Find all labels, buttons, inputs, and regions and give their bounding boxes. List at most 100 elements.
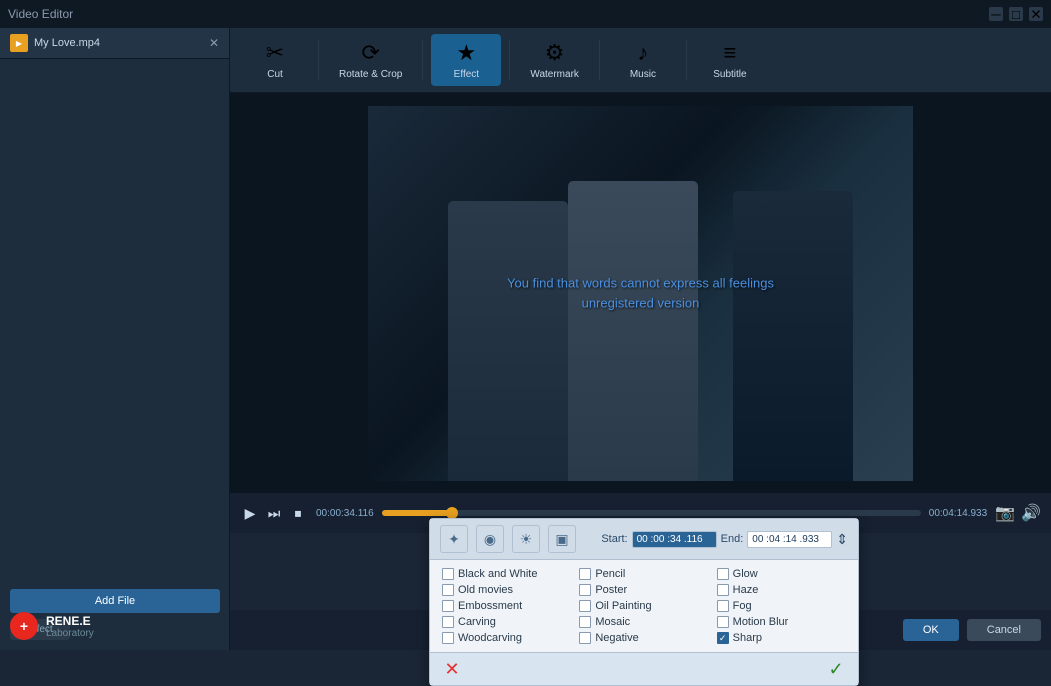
mosaic-checkbox[interactable] [579,616,591,628]
end-label: End: [721,533,744,545]
effect-row-negative: Negative [579,632,708,644]
effects-ok-button[interactable]: ✓ [824,657,848,681]
video-subtitle: You find that words cannot express all f… [507,274,774,313]
fog-label[interactable]: Fog [733,600,752,612]
stop-button[interactable]: ⏹ [288,503,308,523]
current-time-display: 00:00:34.116 [316,508,374,519]
toolbar-item-cut[interactable]: ✂ Cut [240,34,310,86]
mosaic-label[interactable]: Mosaic [595,616,630,628]
effect-row-embossment: Embossment [442,600,571,612]
effect-row-mosaic: Mosaic [579,616,708,628]
negative-label[interactable]: Negative [595,632,638,644]
woodcarving-label[interactable]: Woodcarving [458,632,522,644]
old-movies-checkbox[interactable] [442,584,454,596]
poster-label[interactable]: Poster [595,584,627,596]
toolbar-item-music[interactable]: ♪ Music [608,34,678,86]
subtitle-icon: ≡ [723,40,736,66]
effects-panel: ✦ ◉ ☀ ▣ Start: End: ⇕ Black and White Pe… [429,518,859,686]
glow-checkbox[interactable] [717,568,729,580]
start-time-input[interactable] [632,531,717,548]
logo-icon: + [10,612,38,640]
timeline-right-controls: 📷 🔊 [995,503,1041,523]
effect-row-black-white: Black and White [442,568,571,580]
logo-area: + RENE.E Laboratory [10,612,94,640]
close-button[interactable]: ✕ [1029,7,1043,21]
toolbar-item-subtitle[interactable]: ≡ Subtitle [695,34,765,86]
cut-label: Cut [267,69,283,80]
ok-button[interactable]: OK [903,619,959,641]
sharp-checkbox[interactable] [717,632,729,644]
subtitle-label: Subtitle [713,69,746,80]
effect-label: Effect [454,69,479,80]
progress-bar[interactable] [382,510,921,516]
figure-right [733,191,853,481]
color-tool-button[interactable]: ◉ [476,525,504,553]
watermark-icon: ⚙ [545,40,565,66]
time-spinner[interactable]: ⇕ [836,531,848,548]
music-icon: ♪ [637,40,648,66]
black-white-checkbox[interactable] [442,568,454,580]
black-white-label[interactable]: Black and White [458,568,537,580]
start-label: Start: [601,533,627,545]
end-time-display: 00:04:14.933 [929,508,987,519]
poster-checkbox[interactable] [579,584,591,596]
title-bar: Video Editor ─ □ ✕ [0,0,1051,28]
camera-icon[interactable]: 📷 [995,503,1015,523]
minimize-button[interactable]: ─ [989,7,1003,21]
effects-cancel-button[interactable]: ✕ [440,657,464,681]
glow-label[interactable]: Glow [733,568,758,580]
motion-blur-label[interactable]: Motion Blur [733,616,789,628]
app-title: Video Editor [8,7,73,21]
toolbar-divider-2 [422,40,423,80]
effect-row-haze: Haze [717,584,846,596]
subtitle-line2: unregistered version [507,293,774,313]
title-controls: ─ □ ✕ [989,7,1043,21]
file-close-icon[interactable]: ✕ [209,36,219,50]
sharp-label[interactable]: Sharp [733,632,762,644]
pencil-checkbox[interactable] [579,568,591,580]
sun-tool-button[interactable]: ☀ [512,525,540,553]
toolbar-item-effect[interactable]: ★ Effect [431,34,501,86]
music-label: Music [630,69,656,80]
effect-row-old-movies: Old movies [442,584,571,596]
add-file-button[interactable]: Add File [10,589,220,613]
sidebar-file-item[interactable]: ▶ My Love.mp4 ✕ [0,28,229,59]
effect-row-pencil: Pencil [579,568,708,580]
fog-checkbox[interactable] [717,600,729,612]
woodcarving-checkbox[interactable] [442,632,454,644]
oil-painting-label[interactable]: Oil Painting [595,600,651,612]
carving-checkbox[interactable] [442,616,454,628]
effect-row-sharp: Sharp [717,632,846,644]
end-time-input[interactable] [747,531,832,548]
cancel-button[interactable]: Cancel [967,619,1041,641]
time-range-control: Start: End: ⇕ [601,531,848,548]
toolbar-divider-5 [686,40,687,80]
old-movies-label[interactable]: Old movies [458,584,513,596]
play-next-button[interactable]: ⏭ [264,503,284,523]
toolbar-item-rotate-crop[interactable]: ⟳ Rotate & Crop [327,34,414,86]
toolbar-divider-3 [509,40,510,80]
effects-footer: ✕ ✓ [430,652,858,685]
sidebar: ▶ My Love.mp4 ✕ Add File Effect + RENE.E… [0,28,230,650]
pencil-label[interactable]: Pencil [595,568,625,580]
oil-painting-checkbox[interactable] [579,600,591,612]
magic-tool-button[interactable]: ✦ [440,525,468,553]
negative-checkbox[interactable] [579,632,591,644]
rotate-icon: ⟳ [361,40,379,66]
haze-label[interactable]: Haze [733,584,759,596]
rotate-label: Rotate & Crop [339,69,402,80]
effects-toolbar: ✦ ◉ ☀ ▣ Start: End: ⇕ [430,519,858,560]
toolbar-item-watermark[interactable]: ⚙ Watermark [518,34,591,86]
haze-checkbox[interactable] [717,584,729,596]
carving-label[interactable]: Carving [458,616,496,628]
embossment-checkbox[interactable] [442,600,454,612]
effect-row-glow: Glow [717,568,846,580]
maximize-button[interactable]: □ [1009,7,1023,21]
motion-blur-checkbox[interactable] [717,616,729,628]
play-button[interactable]: ▶ [240,503,260,523]
watermark-label: Watermark [530,69,579,80]
frame-tool-button[interactable]: ▣ [548,525,576,553]
volume-icon[interactable]: 🔊 [1021,503,1041,523]
embossment-label[interactable]: Embossment [458,600,522,612]
effect-row-motion-blur: Motion Blur [717,616,846,628]
